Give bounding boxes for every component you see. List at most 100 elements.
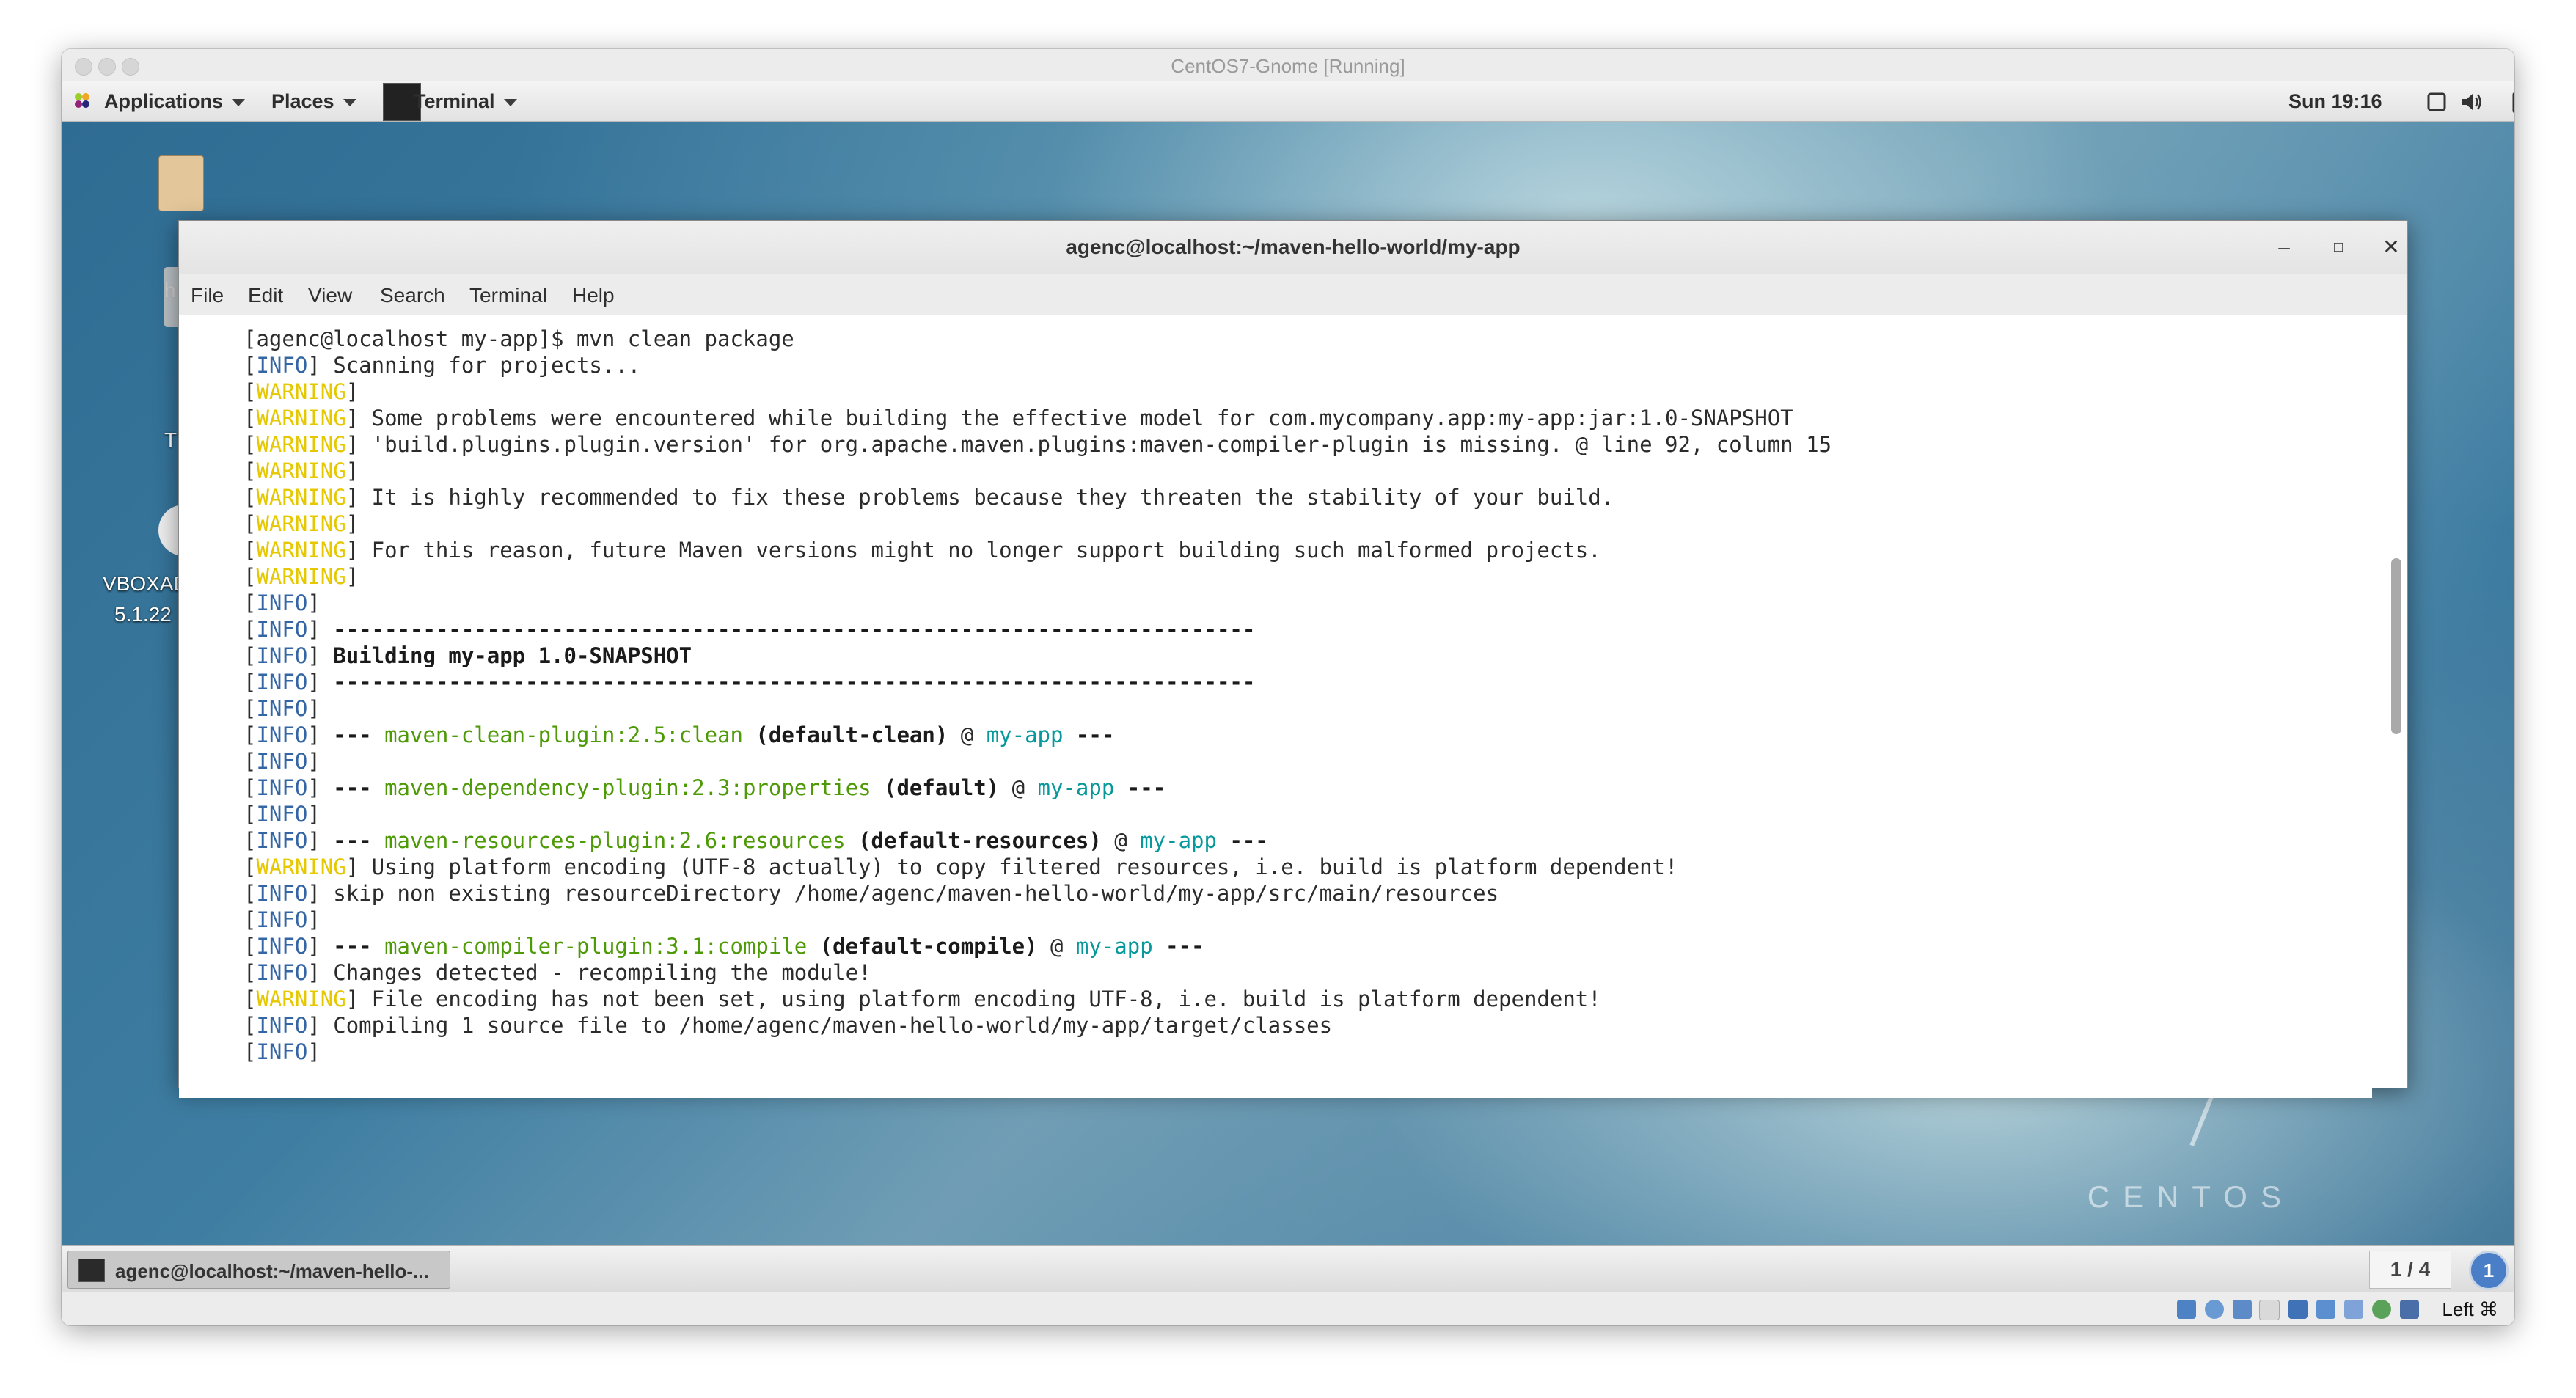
terminal-text-segment: ] bbox=[307, 802, 321, 827]
terminal-text-segment: (default) bbox=[871, 775, 1000, 800]
terminal-text-segment: [ bbox=[244, 828, 257, 853]
terminal-line: [INFO] Changes detected - recompiling th… bbox=[179, 959, 2372, 986]
terminal-text-segment: ] bbox=[307, 828, 334, 853]
menu-terminal[interactable]: Terminal bbox=[469, 284, 547, 307]
terminal-output[interactable]: [agenc@localhost my-app]$ mvn clean pack… bbox=[179, 315, 2372, 1098]
volume-icon[interactable] bbox=[2460, 92, 2484, 112]
host-key-label: Left ⌘ bbox=[2442, 1298, 2498, 1320]
terminal-text-segment: ] Some problems were encountered while b… bbox=[345, 406, 1793, 431]
terminal-line: [INFO] bbox=[179, 748, 2372, 775]
close-icon[interactable]: ✕ bbox=[2378, 234, 2404, 260]
terminal-line: [INFO] bbox=[179, 801, 2372, 827]
menu-file[interactable]: File bbox=[191, 284, 224, 307]
terminal-text-segment: @ bbox=[1037, 934, 1076, 959]
terminal-text-segment: INFO bbox=[256, 696, 308, 721]
terminal-line: [WARNING] Some problems were encountered… bbox=[179, 405, 2372, 431]
screen-icon[interactable] bbox=[2426, 92, 2447, 112]
network-icon[interactable] bbox=[2259, 1300, 2280, 1320]
terminal-window[interactable]: agenc@localhost:~/maven-hello-world/my-a… bbox=[178, 220, 2408, 1098]
terminal-text-segment: ] bbox=[345, 564, 359, 589]
terminal-scrollbar[interactable] bbox=[2391, 558, 2401, 734]
terminal-text-segment: INFO bbox=[256, 828, 308, 853]
places-menu[interactable]: Places bbox=[271, 90, 356, 113]
home-folder-icon[interactable] bbox=[158, 155, 204, 211]
terminal-text-segment: ] bbox=[307, 907, 321, 932]
optical-drive-icon[interactable] bbox=[2205, 1300, 2224, 1319]
chevron-down-icon bbox=[232, 98, 246, 106]
applications-menu[interactable]: Applications bbox=[104, 90, 246, 113]
terminal-title: agenc@localhost:~/maven-hello-world/my-a… bbox=[1066, 235, 1521, 258]
battery-icon[interactable] bbox=[2511, 90, 2514, 114]
terminal-text-segment: ] bbox=[307, 696, 321, 721]
terminal-text-segment: ] bbox=[307, 749, 321, 774]
terminal-text-segment: INFO bbox=[256, 1013, 308, 1038]
maximize-icon[interactable]: □ bbox=[2325, 234, 2352, 260]
workspace-indicator[interactable]: 1 / 4 bbox=[2369, 1251, 2451, 1289]
menu-help[interactable]: Help bbox=[572, 284, 615, 307]
terminal-line: [WARNING] bbox=[179, 563, 2372, 590]
terminal-menubar: File Edit View Search Terminal Help bbox=[179, 274, 2407, 315]
terminal-line: [INFO] --- maven-clean-plugin:2.5:clean … bbox=[179, 722, 2372, 748]
terminal-line: [WARNING] bbox=[179, 378, 2372, 405]
terminal-text-segment: WARNING bbox=[256, 485, 346, 510]
terminal-text-segment: ] Using platform encoding (UTF-8 actuall… bbox=[345, 854, 1678, 879]
terminal-text-segment: ] bbox=[307, 722, 334, 747]
terminal-text-segment: [ bbox=[244, 406, 257, 431]
hard-disk-icon[interactable] bbox=[2177, 1300, 2196, 1319]
usb-icon[interactable] bbox=[2288, 1300, 2308, 1319]
terminal-text-segment: [ bbox=[244, 934, 257, 959]
display-icon[interactable] bbox=[2344, 1300, 2363, 1319]
terminal-line: [INFO] Building my-app 1.0-SNAPSHOT bbox=[179, 643, 2372, 669]
terminal-text-segment: (default-clean) bbox=[742, 722, 948, 747]
terminal-text-segment: INFO bbox=[256, 722, 308, 747]
terminal-text-segment: --- bbox=[1063, 722, 1115, 747]
terminal-text-segment: INFO bbox=[256, 749, 308, 774]
terminal-text-segment: [ bbox=[244, 987, 257, 1011]
terminal-text-segment: INFO bbox=[256, 960, 308, 985]
desktop-icon-label[interactable]: T bbox=[164, 428, 177, 452]
applications-icon bbox=[75, 93, 89, 108]
terminal-line: [WARNING] bbox=[179, 458, 2372, 484]
terminal-text-segment: [ bbox=[244, 511, 257, 536]
desktop-icon-label[interactable]: 5.1.22 bbox=[114, 603, 172, 626]
terminal-line: [WARNING] It is highly recommended to fi… bbox=[179, 484, 2372, 510]
shared-folder-icon[interactable] bbox=[2316, 1300, 2335, 1319]
terminal-text-segment: [ bbox=[244, 722, 257, 747]
minimize-icon[interactable]: – bbox=[2271, 234, 2297, 260]
mouse-integration-icon[interactable] bbox=[2400, 1300, 2419, 1319]
terminal-text-segment: [ bbox=[244, 881, 257, 906]
menu-view[interactable]: View bbox=[308, 284, 352, 307]
terminal-text-segment: [ bbox=[244, 775, 257, 800]
recording-icon[interactable] bbox=[2372, 1300, 2391, 1319]
terminal-text-segment: [ bbox=[244, 1013, 257, 1038]
terminal-text-segment: ] bbox=[345, 458, 359, 483]
terminal-text-segment: my-app bbox=[1075, 934, 1153, 959]
terminal-text-segment: @ bbox=[948, 722, 987, 747]
terminal-text-segment: INFO bbox=[256, 881, 308, 906]
terminal-text-segment: maven-compiler-plugin:3.1:compile bbox=[384, 934, 808, 959]
audio-icon[interactable] bbox=[2233, 1300, 2252, 1319]
notification-badge[interactable]: 1 bbox=[2469, 1251, 2509, 1290]
terminal-text-segment: (default-resources) bbox=[845, 828, 1102, 853]
terminal-text-segment: ] Changes detected - recompiling the mod… bbox=[307, 960, 871, 985]
terminal-line: [INFO] ---------------------------------… bbox=[179, 616, 2372, 643]
terminal-text-segment: WARNING bbox=[256, 458, 346, 483]
terminal-text-segment: ] bbox=[307, 643, 334, 668]
terminal-text-segment: @ bbox=[999, 775, 1038, 800]
clock[interactable]: Sun 19:16 bbox=[2288, 90, 2382, 113]
terminal-text-segment: WARNING bbox=[256, 854, 346, 879]
vbox-statusbar: Left ⌘ bbox=[62, 1292, 2514, 1325]
terminal-text-segment: [ bbox=[244, 458, 257, 483]
terminal-header[interactable]: agenc@localhost:~/maven-hello-world/my-a… bbox=[179, 221, 2407, 274]
menu-search[interactable]: Search bbox=[380, 284, 445, 307]
terminal-text-segment: INFO bbox=[256, 590, 308, 615]
taskbar-terminal-button[interactable]: agenc@localhost:~/maven-hello-... bbox=[67, 1251, 450, 1289]
terminal-text-segment: maven-resources-plugin:2.6:resources bbox=[384, 828, 846, 853]
terminal-app-menu[interactable]: Terminal bbox=[414, 90, 517, 113]
terminal-text-segment: INFO bbox=[256, 934, 308, 959]
menu-edit[interactable]: Edit bbox=[248, 284, 283, 307]
centos-logo: CENTOS bbox=[2087, 1179, 2294, 1214]
terminal-text-segment: my-app bbox=[1140, 828, 1217, 853]
terminal-line: [INFO] --- maven-compiler-plugin:3.1:com… bbox=[179, 933, 2372, 959]
terminal-text-segment: [ bbox=[244, 643, 257, 668]
